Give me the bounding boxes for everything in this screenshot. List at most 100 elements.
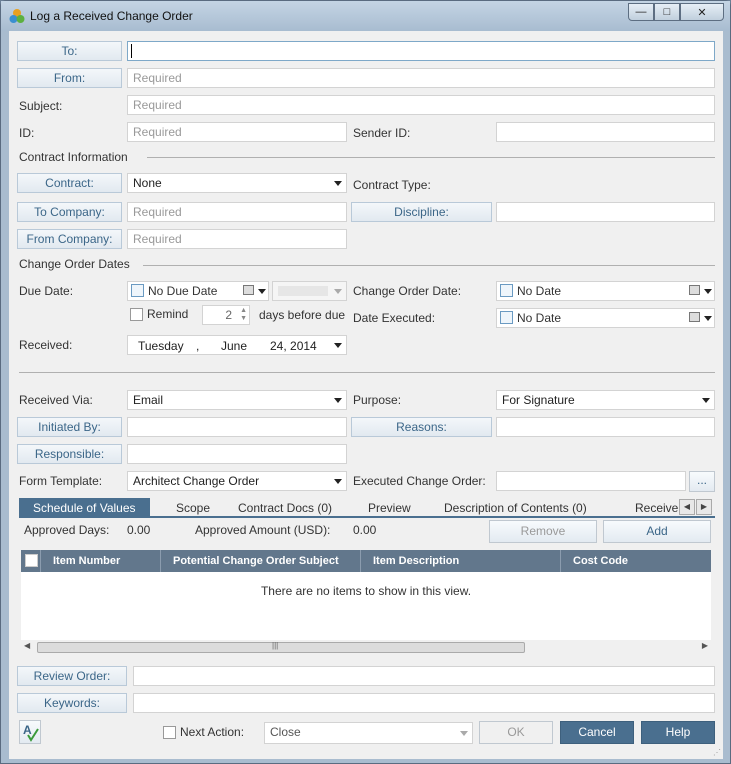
spell-check-button[interactable]: A bbox=[19, 720, 41, 744]
remind-days-stepper[interactable]: 2 ▲ ▼ bbox=[202, 305, 250, 325]
responsible-label-button[interactable]: Responsible: bbox=[17, 444, 122, 464]
close-button[interactable]: ✕ bbox=[680, 3, 724, 21]
tab-description-of-contents[interactable]: Description of Contents (0) bbox=[444, 498, 587, 518]
days-before-due-label: days before due bbox=[259, 308, 346, 322]
select-all-checkbox[interactable] bbox=[25, 554, 38, 567]
spin-arrows-icon[interactable]: ▲ ▼ bbox=[240, 307, 247, 323]
contract-label-button[interactable]: Contract: bbox=[17, 173, 122, 193]
chevron-left-icon[interactable]: ◀ bbox=[679, 499, 695, 515]
responsible-input[interactable] bbox=[127, 444, 347, 464]
approved-amount-label: Approved Amount (USD): bbox=[195, 523, 331, 537]
received-label: Received: bbox=[19, 338, 73, 352]
reasons-input[interactable] bbox=[496, 417, 715, 437]
discipline-label-button[interactable]: Discipline: bbox=[351, 202, 492, 222]
keywords-input[interactable] bbox=[133, 693, 715, 713]
tab-scope[interactable]: Scope bbox=[176, 498, 210, 518]
scroll-right-icon[interactable]: ▶ bbox=[702, 641, 708, 650]
subject-input[interactable]: Required bbox=[127, 95, 715, 115]
date-executed-checkbox[interactable] bbox=[500, 311, 513, 324]
ok-button[interactable]: OK bbox=[479, 721, 553, 744]
text-caret bbox=[131, 44, 132, 58]
id-input[interactable]: Required bbox=[127, 122, 347, 142]
next-action-value: Close bbox=[270, 725, 301, 739]
next-action-checkbox[interactable] bbox=[163, 726, 176, 739]
next-action-select[interactable]: Close bbox=[264, 722, 473, 744]
add-button[interactable]: Add bbox=[603, 520, 711, 543]
purpose-select[interactable]: For Signature bbox=[496, 390, 715, 410]
resize-grip-icon[interactable]: ⋰ bbox=[713, 748, 721, 757]
browse-button[interactable]: ... bbox=[689, 471, 715, 492]
tab-received[interactable]: Receive bbox=[635, 498, 679, 518]
date-executed-picker[interactable]: No Date bbox=[496, 308, 715, 328]
chevron-down-icon[interactable] bbox=[704, 316, 712, 321]
chevron-down-icon bbox=[702, 398, 710, 403]
disabled-value bbox=[278, 286, 328, 296]
reasons-label-button[interactable]: Reasons: bbox=[351, 417, 492, 437]
due-time-select[interactable] bbox=[272, 281, 347, 301]
review-order-label-button[interactable]: Review Order: bbox=[17, 666, 127, 686]
calendar-icon[interactable] bbox=[243, 285, 254, 295]
column-item-description[interactable]: Item Description bbox=[361, 550, 561, 572]
tab-schedule-of-values[interactable]: Schedule of Values bbox=[19, 498, 150, 518]
purpose-value: For Signature bbox=[502, 393, 575, 407]
subject-label: Subject: bbox=[19, 99, 63, 113]
column-item-number[interactable]: Item Number bbox=[41, 550, 161, 572]
scrollbar-thumb[interactable] bbox=[37, 642, 525, 653]
column-cost-code[interactable]: Cost Code bbox=[561, 550, 711, 572]
tab-preview[interactable]: Preview bbox=[368, 498, 411, 518]
horizontal-scrollbar[interactable]: ◀ ||| ▶ bbox=[21, 640, 711, 655]
help-button[interactable]: Help bbox=[641, 721, 715, 744]
received-via-select[interactable]: Email bbox=[127, 390, 347, 410]
remind-checkbox[interactable] bbox=[130, 308, 143, 321]
initiated-by-input[interactable] bbox=[127, 417, 347, 437]
initiated-by-label-button[interactable]: Initiated By: bbox=[17, 417, 122, 437]
scroll-left-icon[interactable]: ◀ bbox=[24, 641, 30, 650]
form-template-label: Form Template: bbox=[19, 474, 103, 488]
next-action-label: Next Action: bbox=[180, 725, 245, 739]
from-input[interactable]: Required bbox=[127, 68, 715, 88]
from-company-label-button[interactable]: From Company: bbox=[17, 229, 122, 249]
received-date-picker[interactable]: Tuesday , June 24, 2014 bbox=[127, 335, 347, 355]
title-bar[interactable]: Log a Received Change Order — □ ✕ bbox=[1, 1, 730, 31]
from-label-button[interactable]: From: bbox=[17, 68, 122, 88]
to-company-input[interactable]: Required bbox=[127, 202, 347, 222]
tab-contract-docs[interactable]: Contract Docs (0) bbox=[238, 498, 332, 518]
calendar-icon[interactable] bbox=[689, 312, 700, 322]
divider bbox=[19, 372, 715, 373]
to-company-label-button[interactable]: To Company: bbox=[17, 202, 122, 222]
keywords-label-button[interactable]: Keywords: bbox=[17, 693, 127, 713]
no-due-date-checkbox[interactable] bbox=[131, 284, 144, 297]
from-company-input[interactable]: Required bbox=[127, 229, 347, 249]
approved-days-value: 0.00 bbox=[127, 523, 151, 537]
approved-days-label: Approved Days: bbox=[24, 523, 110, 537]
chevron-down-icon[interactable] bbox=[704, 289, 712, 294]
chevron-down-icon[interactable] bbox=[334, 343, 342, 348]
due-date-picker[interactable]: No Due Date bbox=[127, 281, 269, 301]
contract-select[interactable]: None bbox=[127, 173, 347, 193]
cancel-button[interactable]: Cancel bbox=[560, 721, 634, 744]
remove-button[interactable]: Remove bbox=[489, 520, 597, 543]
dialog-content: To: From: Required Subject: Required ID:… bbox=[9, 31, 723, 759]
change-order-date-checkbox[interactable] bbox=[500, 284, 513, 297]
change-order-date-picker[interactable]: No Date bbox=[496, 281, 715, 301]
no-due-date-label: No Due Date bbox=[148, 284, 218, 298]
calendar-icon[interactable] bbox=[689, 285, 700, 295]
spell-check-icon: A bbox=[23, 723, 39, 742]
review-order-input[interactable] bbox=[133, 666, 715, 686]
to-input[interactable] bbox=[127, 41, 715, 61]
discipline-input[interactable] bbox=[496, 202, 715, 222]
to-label-button[interactable]: To: bbox=[17, 41, 122, 61]
chevron-down-icon bbox=[334, 289, 342, 294]
change-order-dates-header: Change Order Dates bbox=[19, 257, 130, 271]
window-title: Log a Received Change Order bbox=[30, 9, 193, 23]
maximize-button[interactable]: □ bbox=[654, 3, 680, 21]
chevron-down-icon[interactable] bbox=[258, 289, 266, 294]
form-template-select[interactable]: Architect Change Order bbox=[127, 471, 347, 491]
chevron-right-icon[interactable]: ▶ bbox=[696, 499, 712, 515]
minimize-button[interactable]: — bbox=[628, 3, 654, 21]
divider bbox=[147, 157, 715, 158]
divider bbox=[143, 265, 715, 266]
sender-id-input[interactable] bbox=[496, 122, 715, 142]
executed-change-order-input[interactable] bbox=[496, 471, 686, 491]
column-pco-subject[interactable]: Potential Change Order Subject bbox=[161, 550, 361, 572]
